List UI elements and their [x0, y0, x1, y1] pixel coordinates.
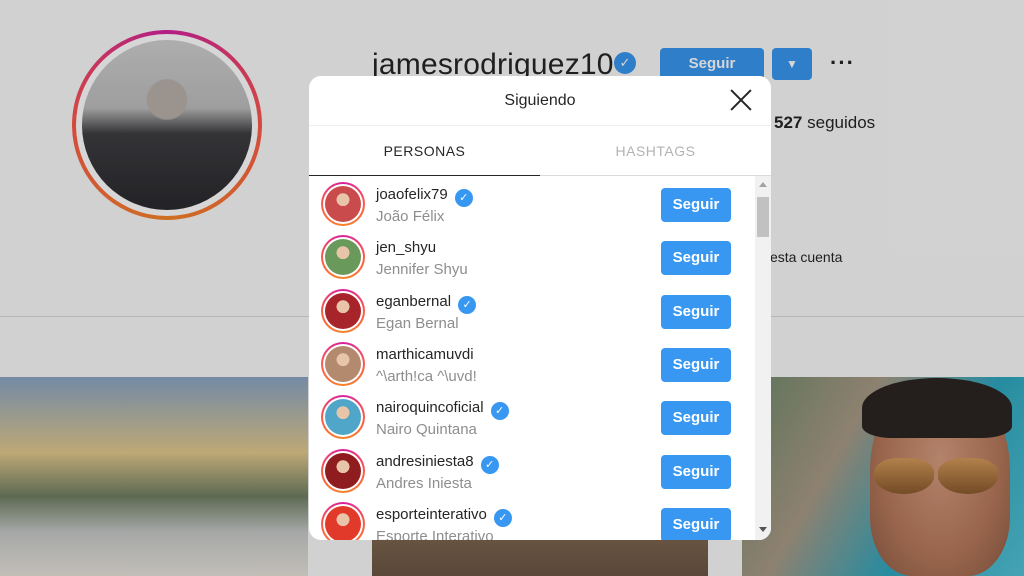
avatar[interactable]	[321, 501, 365, 540]
list-item[interactable]: eganbernal ✓ Egan Bernal Seguir	[309, 285, 755, 338]
follow-button[interactable]: Seguir	[661, 401, 731, 436]
account-username[interactable]: joaofelix79 ✓	[376, 186, 473, 207]
avatar-photo	[325, 292, 361, 329]
account-username-text[interactable]: joaofelix79	[376, 186, 448, 203]
account-username-text[interactable]: marthicamuvdi	[376, 346, 474, 363]
follow-button[interactable]: Seguir	[661, 347, 731, 382]
follow-button[interactable]: Seguir	[661, 188, 731, 222]
verified-badge-icon: ✓	[454, 189, 473, 207]
dialog-title: Siguiendo	[504, 92, 576, 109]
verified-badge-icon: ✓	[490, 402, 509, 421]
avatar[interactable]	[321, 288, 365, 333]
tab-personas[interactable]: PERSONAS	[309, 126, 540, 176]
follow-button[interactable]: Seguir	[661, 454, 731, 489]
avatar[interactable]	[321, 341, 365, 386]
account-full-name: Nairo Quintana	[376, 421, 477, 439]
avatar[interactable]	[321, 235, 365, 280]
account-username[interactable]: andresiniesta8 ✓	[376, 453, 499, 474]
account-username[interactable]: marthicamuvdi	[376, 346, 474, 363]
avatar[interactable]	[321, 182, 365, 226]
avatar-photo	[325, 345, 361, 382]
account-username[interactable]: esporteinterativo ✓	[376, 506, 512, 527]
scroll-thumb[interactable]	[757, 197, 769, 237]
list-item[interactable]: jen_shyu Jennifer Shyu Seguir	[309, 231, 755, 284]
account-username-text[interactable]: andresiniesta8	[376, 453, 474, 470]
follow-button[interactable]: Seguir	[661, 294, 731, 329]
account-username-text[interactable]: eganbernal	[376, 293, 451, 310]
tab-hashtags[interactable]: HASHTAGS	[540, 126, 771, 176]
account-full-name: João Félix	[376, 208, 445, 225]
verified-badge-icon: ✓	[458, 295, 477, 314]
dialog-header: Siguiendo	[309, 76, 771, 126]
list-item[interactable]: marthicamuvdi ^\arth!ca ^\uvd! Seguir	[309, 338, 755, 391]
following-dialog: Siguiendo PERSONAS HASHTAGS joaofelix79 ✓…	[309, 76, 771, 540]
avatar[interactable]	[321, 395, 365, 440]
avatar-photo	[325, 399, 361, 436]
follow-button[interactable]: Seguir	[661, 241, 731, 276]
avatar-photo	[325, 452, 361, 489]
account-full-name: ^\arth!ca ^\uvd!	[376, 367, 477, 385]
account-username[interactable]: eganbernal ✓	[376, 293, 477, 314]
account-username-text[interactable]: jen_shyu	[376, 239, 436, 256]
list-item[interactable]: joaofelix79 ✓ João Félix Seguir	[309, 178, 755, 231]
account-username[interactable]: nairoquincoficial ✓	[376, 399, 509, 421]
scroll-up-arrow-icon[interactable]	[759, 182, 767, 187]
follow-button[interactable]: Seguir	[661, 507, 731, 540]
avatar-photo	[325, 239, 361, 276]
account-username[interactable]: jen_shyu	[376, 239, 436, 256]
close-icon[interactable]	[729, 88, 753, 112]
account-full-name: Jennifer Shyu	[376, 261, 468, 279]
avatar-photo	[325, 186, 361, 222]
following-list[interactable]: joaofelix79 ✓ João Félix Seguir jen_shyu Jenn…	[309, 176, 755, 540]
account-username-text[interactable]: nairoquincoficial	[376, 399, 484, 416]
account-full-name: Esporte Interativo	[376, 527, 494, 540]
avatar[interactable]	[321, 448, 365, 493]
verified-badge-icon: ✓	[493, 508, 512, 527]
list-item[interactable]: andresiniesta8 ✓ Andres Iniesta Seguir	[309, 445, 755, 498]
list-item[interactable]: nairoquincoficial ✓ Nairo Quintana Seguir	[309, 391, 755, 444]
account-full-name: Andres Iniesta	[376, 474, 472, 492]
account-full-name: Egan Bernal	[376, 314, 459, 332]
verified-badge-icon: ✓	[480, 455, 499, 474]
dialog-tabs: PERSONAS HASHTAGS	[309, 126, 771, 176]
scroll-down-arrow-icon[interactable]	[759, 527, 767, 532]
scrollbar[interactable]	[755, 176, 771, 540]
list-item[interactable]: esporteinterativo ✓ Esporte Interativo Segu…	[309, 498, 755, 540]
account-username-text[interactable]: esporteinterativo	[376, 506, 487, 523]
avatar-photo	[325, 505, 361, 540]
